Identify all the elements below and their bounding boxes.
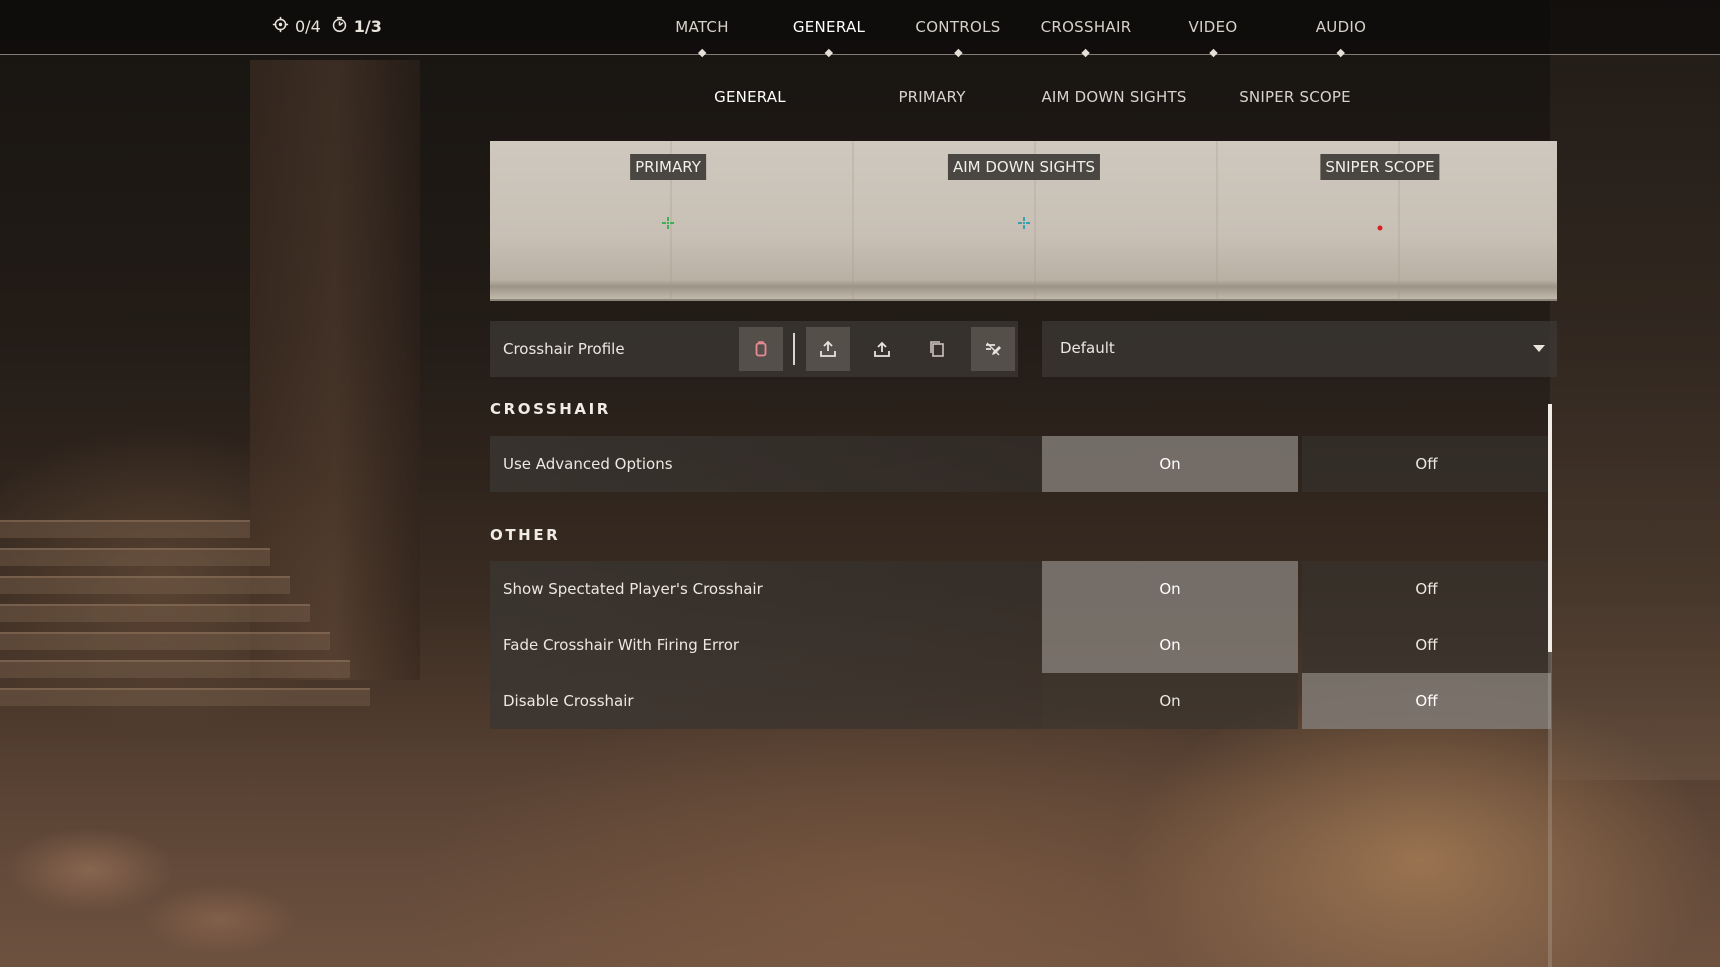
tab-crosshair-label: CROSSHAIR xyxy=(1040,18,1132,36)
background-pillar xyxy=(250,60,420,680)
setting-label: Fade Crosshair With Firing Error xyxy=(503,636,740,654)
setting-label: Use Advanced Options xyxy=(503,455,673,473)
import-icon[interactable] xyxy=(806,327,850,371)
profile-label: Crosshair Profile xyxy=(503,340,625,358)
profile-dropdown[interactable]: Default xyxy=(1042,321,1557,377)
rename-icon[interactable] xyxy=(971,327,1015,371)
tab-match[interactable]: MATCH xyxy=(675,18,729,58)
background-stairs xyxy=(0,520,460,780)
option-on-button[interactable]: On xyxy=(1042,436,1298,492)
option-on-button[interactable]: On xyxy=(1042,673,1298,729)
tab-controls[interactable]: CONTROLS xyxy=(915,18,1001,58)
crosshair-profile-row: Crosshair Profile Default xyxy=(490,321,1557,377)
subtab-sniper-scope[interactable]: SNIPER SCOPE xyxy=(1239,88,1351,106)
preview-label-primary: PRIMARY xyxy=(630,154,706,180)
option-off-button[interactable]: Off xyxy=(1302,617,1551,673)
preview-label-aim-down-sights: AIM DOWN SIGHTS xyxy=(947,154,1101,180)
setting-label: Disable Crosshair xyxy=(503,692,634,710)
tab-video-label: VIDEO xyxy=(1188,18,1238,36)
setting-label-bg: Disable Crosshair xyxy=(490,673,1042,729)
section-crosshair-title: CROSSHAIR xyxy=(490,400,611,418)
setting-row-disable-crosshair: Disable Crosshair On Off xyxy=(490,673,1551,729)
background-wall xyxy=(1550,0,1720,780)
crosshair-preview: PRIMARY AIM DOWN SIGHTS SNIPER SCOPE xyxy=(490,141,1557,301)
chevron-down-icon xyxy=(1533,345,1545,352)
setting-label-bg: Fade Crosshair With Firing Error xyxy=(490,617,1042,673)
sniper-dot-icon xyxy=(1376,217,1384,236)
profile-separator xyxy=(793,333,795,365)
setting-label: Show Spectated Player's Crosshair xyxy=(503,580,763,598)
tab-video[interactable]: VIDEO xyxy=(1188,18,1238,58)
tab-crosshair[interactable]: CROSSHAIR xyxy=(1040,18,1132,58)
main-tabs: MATCH GENERAL CONTROLS CROSSHAIR VIDEO A… xyxy=(0,18,1720,58)
profile-dropdown-value: Default xyxy=(1060,339,1115,357)
option-on-button[interactable]: On xyxy=(1042,561,1298,617)
tab-indicator-dot xyxy=(824,48,834,58)
subtab-primary[interactable]: PRIMARY xyxy=(898,88,965,106)
option-off-button[interactable]: Off xyxy=(1302,561,1551,617)
primary-crosshair-icon xyxy=(661,215,675,234)
copy-icon[interactable] xyxy=(915,327,959,371)
tab-match-label: MATCH xyxy=(675,18,729,36)
ads-crosshair-icon xyxy=(1017,215,1031,234)
section-other-title: OTHER xyxy=(490,526,561,544)
subtab-general[interactable]: GENERAL xyxy=(714,88,786,106)
tab-audio-label: AUDIO xyxy=(1315,18,1367,36)
preview-label-sniper-scope: SNIPER SCOPE xyxy=(1320,154,1440,180)
setting-row-use-advanced-options: Use Advanced Options On Off xyxy=(490,436,1551,492)
setting-row-show-spectated-crosshair: Show Spectated Player's Crosshair On Off xyxy=(490,561,1551,617)
setting-label-bg: Use Advanced Options xyxy=(490,436,1042,492)
subtab-aim-down-sights[interactable]: AIM DOWN SIGHTS xyxy=(1041,88,1186,106)
setting-row-fade-crosshair: Fade Crosshair With Firing Error On Off xyxy=(490,617,1551,673)
setting-label-bg: Show Spectated Player's Crosshair xyxy=(490,561,1042,617)
delete-icon[interactable] xyxy=(739,327,783,371)
option-on-button[interactable]: On xyxy=(1042,617,1298,673)
settings-scrollbar[interactable] xyxy=(1548,404,1552,967)
tab-indicator-dot xyxy=(1081,48,1091,58)
tab-controls-label: CONTROLS xyxy=(915,18,1001,36)
tab-indicator-dot xyxy=(1336,48,1346,58)
scrollbar-thumb[interactable] xyxy=(1548,404,1552,652)
tab-indicator-dot xyxy=(1208,48,1218,58)
tab-indicator-dot xyxy=(953,48,963,58)
option-off-button[interactable]: Off xyxy=(1302,436,1551,492)
top-bar: 0/4 1/3 MATCH GENERAL CONTROLS CROSSHAIR… xyxy=(0,0,1720,58)
profile-controls: Crosshair Profile xyxy=(490,321,1018,377)
background-rocks xyxy=(0,810,330,967)
tab-audio[interactable]: AUDIO xyxy=(1315,18,1367,58)
export-icon[interactable] xyxy=(860,327,904,371)
tab-general-label: GENERAL xyxy=(792,18,866,36)
tab-general[interactable]: GENERAL xyxy=(792,18,866,58)
option-off-button[interactable]: Off xyxy=(1302,673,1551,729)
tab-indicator-dot xyxy=(697,48,707,58)
